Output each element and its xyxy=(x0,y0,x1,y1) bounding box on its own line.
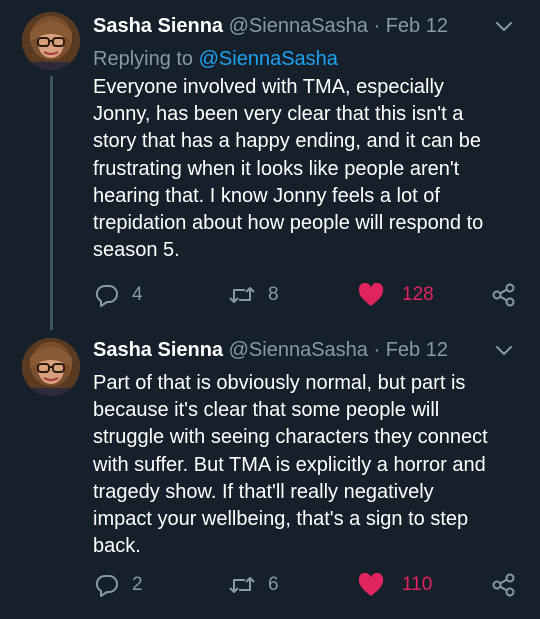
like-button[interactable]: 128 xyxy=(358,280,434,310)
like-button[interactable]: 110 xyxy=(358,570,432,600)
heart-icon xyxy=(358,283,384,307)
tweet-text-line: tragedy show. If that'll really negative… xyxy=(93,480,434,503)
reply-count: 2 xyxy=(132,574,143,595)
tweet-text-line: Jonny, has been very clear that this isn… xyxy=(93,103,464,126)
tweet-date[interactable]: Feb 12 xyxy=(386,15,448,37)
chevron-down-icon[interactable] xyxy=(494,340,514,360)
reply-count: 4 xyxy=(132,284,143,305)
separator: · xyxy=(373,15,381,37)
tweet-text-line: because it's clear that some people will xyxy=(93,399,440,422)
tweet-text-line: impact your wellbeing, that's a sign to … xyxy=(93,508,469,531)
tweet[interactable]: Sasha Sienna @SiennaSasha · Feb 12 Part … xyxy=(0,328,540,619)
display-name[interactable]: Sasha Sienna xyxy=(93,339,223,361)
avatar[interactable] xyxy=(22,12,80,70)
retweet-icon xyxy=(228,282,256,308)
tweet-actions: 2 6 110 xyxy=(0,570,540,600)
user-handle[interactable]: @SiennaSasha xyxy=(229,15,368,37)
replying-to: Replying to @SiennaSasha xyxy=(93,48,338,71)
reply-mention-link[interactable]: @SiennaSasha xyxy=(199,48,338,70)
tweet-text-line: Everyone involved with TMA, especially xyxy=(93,76,444,98)
retweet-button[interactable]: 6 xyxy=(228,570,279,600)
tweet-text-line: back. xyxy=(93,535,141,558)
tweet-text: Part of that is obviously normal, but pa… xyxy=(93,370,523,560)
tweet-text-line: struggle with seeing characters they con… xyxy=(93,426,488,449)
heart-icon xyxy=(358,573,384,597)
tweet-header: Sasha Sienna @SiennaSasha · Feb 12 xyxy=(93,339,448,362)
tweet-date[interactable]: Feb 12 xyxy=(386,339,448,361)
replying-to-label: Replying to xyxy=(93,48,194,70)
like-count: 128 xyxy=(402,284,434,305)
tweet-text-line: trepidation about how people will respon… xyxy=(93,212,484,235)
tweet-text-line: story that has a happy ending, and it ca… xyxy=(93,130,482,153)
share-icon xyxy=(492,282,516,308)
separator: · xyxy=(373,339,381,361)
retweet-count: 6 xyxy=(268,574,279,595)
retweet-count: 8 xyxy=(268,284,279,305)
tweet-text-line: hearing that. I know Jonny feels a lot o… xyxy=(93,184,440,207)
retweet-button[interactable]: 8 xyxy=(228,280,279,310)
share-button[interactable] xyxy=(492,570,516,600)
tweet-text: Everyone involved with TMA, especially J… xyxy=(93,74,523,264)
chevron-down-icon[interactable] xyxy=(494,16,514,36)
reply-button[interactable]: 2 xyxy=(94,570,143,600)
display-name[interactable]: Sasha Sienna xyxy=(93,15,223,37)
tweet[interactable]: Sasha Sienna @SiennaSasha · Feb 12 Reply… xyxy=(0,0,540,330)
tweet-text-line: season 5. xyxy=(93,239,180,262)
tweet-header: Sasha Sienna @SiennaSasha · Feb 12 xyxy=(93,15,448,38)
reply-icon xyxy=(94,572,120,598)
tweet-text-line: with suffer. But TMA is explicitly a hor… xyxy=(93,453,486,476)
tweet-text-line: Part of that is obviously normal, but pa… xyxy=(93,372,466,394)
user-handle[interactable]: @SiennaSasha xyxy=(229,339,368,361)
reply-button[interactable]: 4 xyxy=(94,280,143,310)
tweet-text-line: frustrating when it looks like people ar… xyxy=(93,157,460,180)
reply-icon xyxy=(94,282,120,308)
avatar[interactable] xyxy=(22,338,80,396)
share-button[interactable] xyxy=(492,280,516,310)
tweet-actions: 4 8 128 xyxy=(0,280,540,310)
retweet-icon xyxy=(228,572,256,598)
share-icon xyxy=(492,572,516,598)
like-count: 110 xyxy=(402,574,433,595)
